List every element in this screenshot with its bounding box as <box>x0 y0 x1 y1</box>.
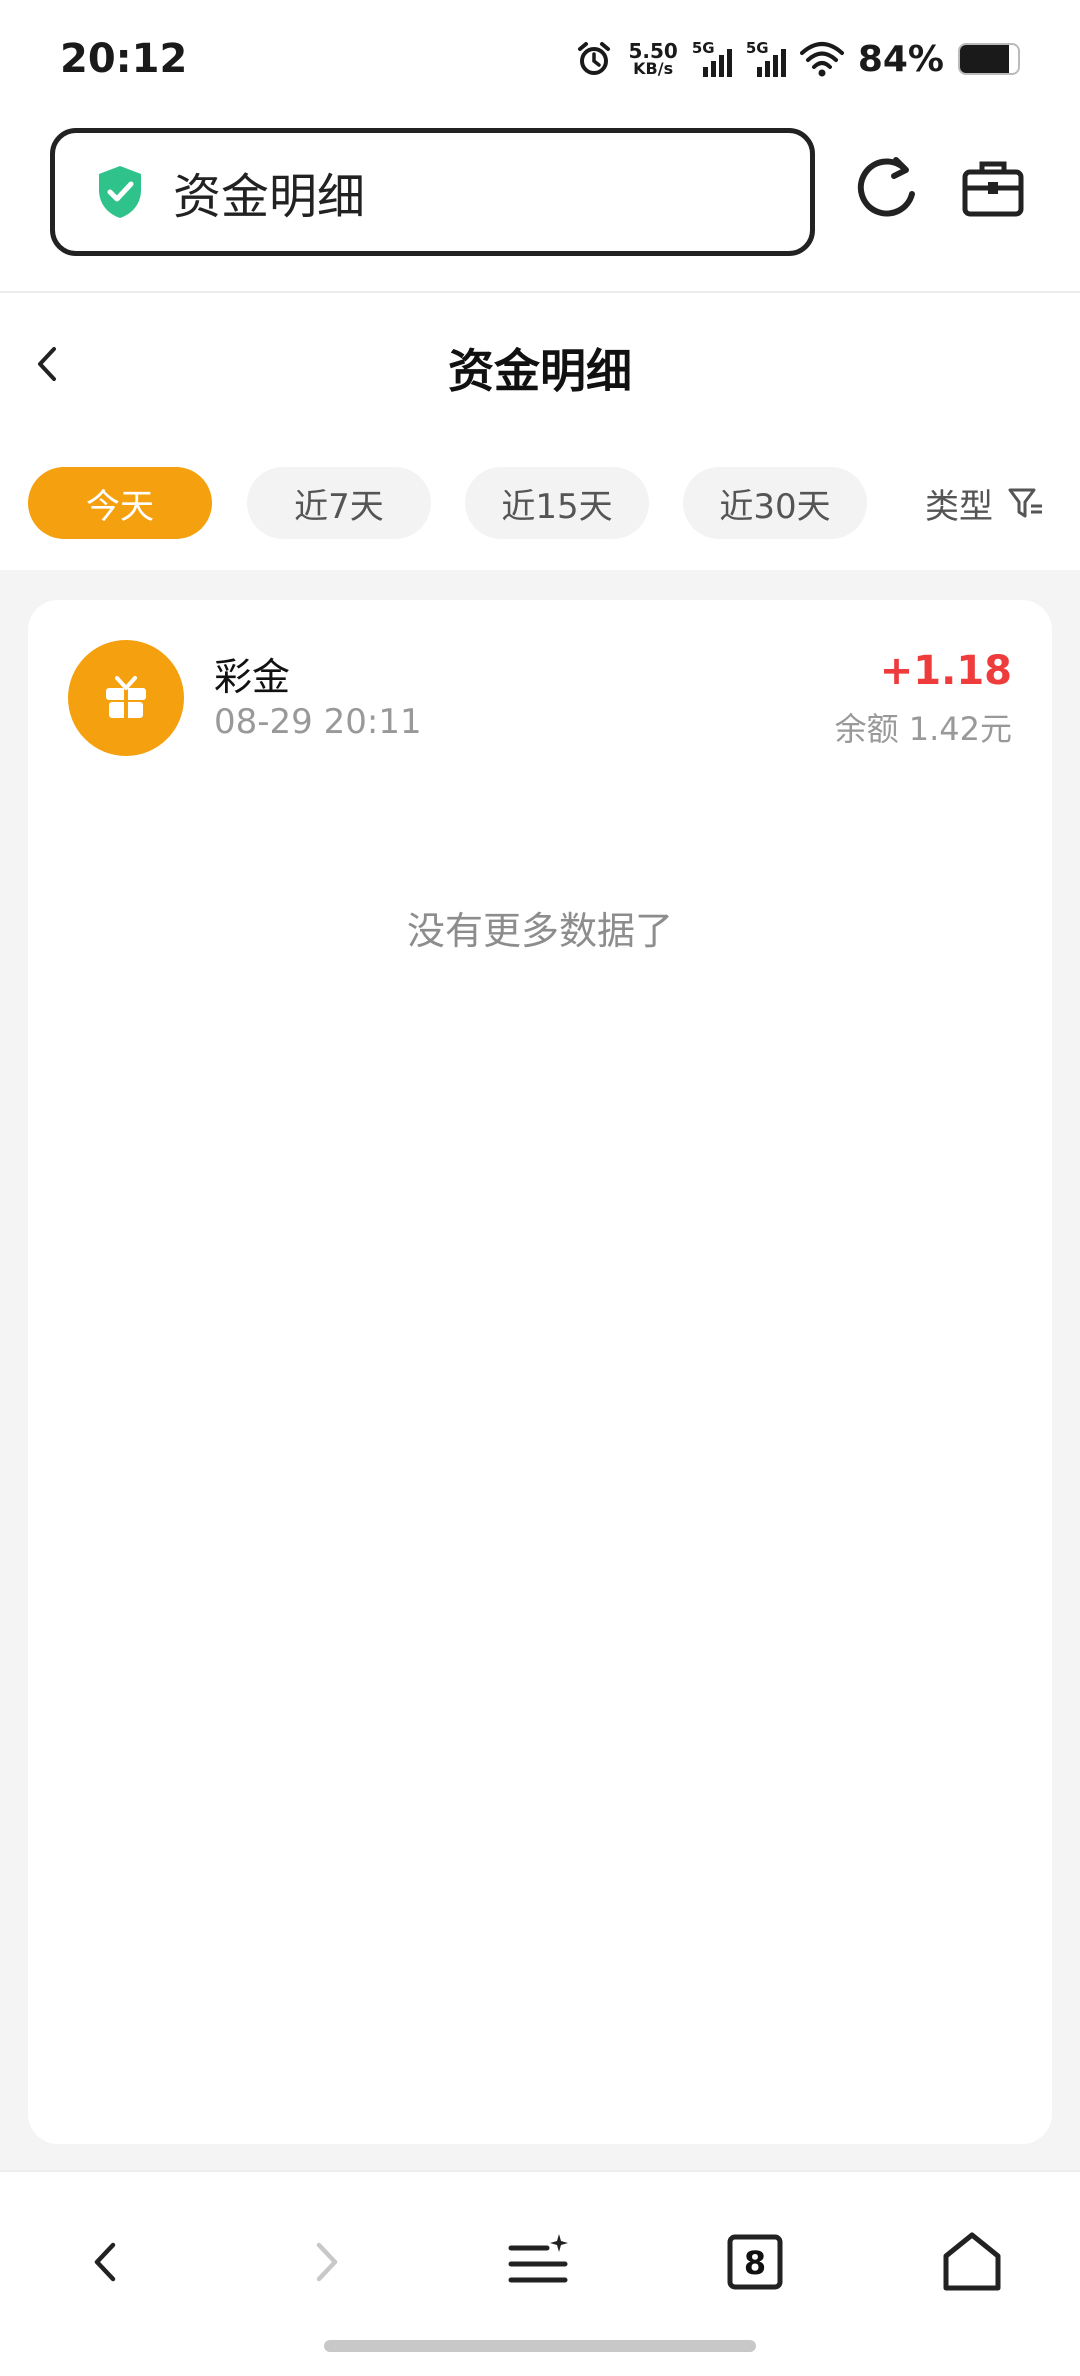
net-speed-unit: KB/s <box>633 59 674 78</box>
alarm-icon <box>578 42 611 75</box>
status-icons: 5.50 KB/s 5G 5G 84% <box>574 39 1020 80</box>
tab-count: 8 <box>744 2244 766 2282</box>
record-balance: 余额 1.42元 <box>834 710 1012 748</box>
tabs-icon[interactable]: 8 <box>715 2222 795 2302</box>
address-bar[interactable]: 资金明细 <box>50 128 815 256</box>
browser-toolbar: 资金明细 <box>0 118 1080 293</box>
status-bar: 20:12 5.50 KB/s 5G 5G 84% <box>0 0 1080 118</box>
gift-icon <box>68 640 184 756</box>
type-filter-label: 类型 <box>925 486 993 527</box>
shield-check-icon <box>99 166 141 218</box>
menu-icon[interactable] <box>499 2222 579 2302</box>
filter-chip-15days[interactable]: 近15天 <box>465 467 649 539</box>
battery-icon <box>958 43 1020 75</box>
filter-chip-7days[interactable]: 近7天 <box>247 467 431 539</box>
home-icon[interactable] <box>932 2222 1012 2302</box>
filter-chip-30days[interactable]: 近30天 <box>683 467 867 539</box>
record-amount: +1.18 <box>879 648 1012 694</box>
wifi-icon <box>799 42 844 77</box>
status-time: 20:12 <box>60 36 188 82</box>
list-item[interactable]: 彩金 08-29 20:11 +1.18 余额 1.42元 <box>28 600 1052 770</box>
forward-icon[interactable] <box>286 2222 366 2302</box>
net-speed: 5.50 KB/s <box>628 41 677 77</box>
record-title: 彩金 <box>214 655 291 699</box>
home-indicator[interactable] <box>324 2340 756 2352</box>
records-card: 彩金 08-29 20:11 +1.18 余额 1.42元 没有更多数据了 <box>28 600 1052 2144</box>
net-speed-value: 5.50 <box>628 39 678 63</box>
battery-percent: 84% <box>857 38 944 80</box>
toolbox-icon[interactable] <box>960 156 1026 222</box>
filter-icon <box>1008 488 1042 518</box>
type-filter-button[interactable]: 类型 <box>925 467 1045 539</box>
record-time: 08-29 20:11 <box>214 702 422 742</box>
page-header: 资金明细 <box>0 295 1080 435</box>
back-icon[interactable] <box>66 2222 146 2302</box>
address-text: 资金明细 <box>173 169 366 225</box>
no-more-data-text: 没有更多数据了 <box>406 909 673 953</box>
page-title: 资金明细 <box>448 344 632 398</box>
signal-icon: 5G <box>746 39 786 77</box>
refresh-icon[interactable] <box>852 154 922 224</box>
filter-chip-today[interactable]: 今天 <box>28 467 212 539</box>
signal-icon: 5G <box>692 39 732 77</box>
date-filter-bar: 今天 近7天 近15天 近30天 类型 <box>0 435 1080 570</box>
